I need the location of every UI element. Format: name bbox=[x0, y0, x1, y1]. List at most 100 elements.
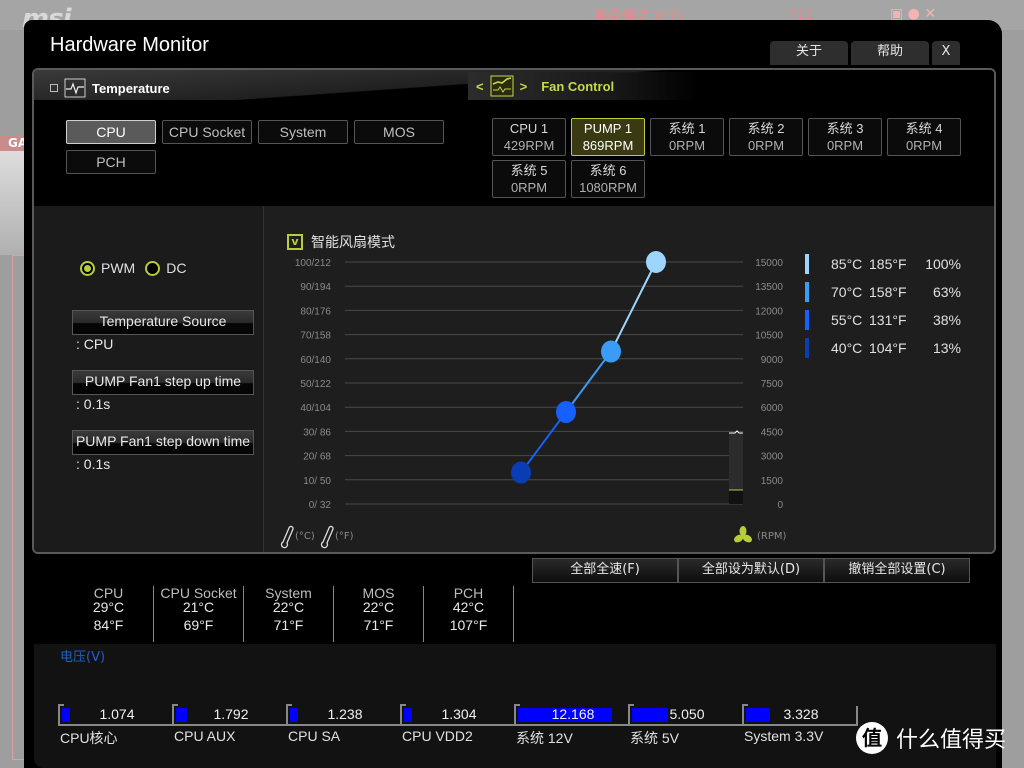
about-button[interactable]: 关于 bbox=[770, 41, 848, 65]
right-tick-label: 9000 bbox=[761, 355, 784, 366]
legend-percent: 13% bbox=[932, 340, 961, 356]
close-button[interactable]: X bbox=[932, 41, 960, 65]
fan-settings-area: PWM DC Temperature Source : CPU PUMP Fan… bbox=[34, 206, 994, 554]
legend-row: 85°C 185°F 100% bbox=[805, 254, 961, 274]
curve-point-70c[interactable] bbox=[601, 340, 621, 363]
set-default-button[interactable]: 全部设为默认(D) bbox=[678, 558, 824, 583]
fan-curve-chart[interactable]: 0/ 32 0 10/ 50 1500 20/ 68 3000 30/ 86 4500 40/1… bbox=[265, 206, 805, 554]
dc-radio[interactable] bbox=[145, 260, 161, 276]
fan-button[interactable]: 系统 1 0RPM bbox=[650, 118, 724, 156]
sensor-button-cpu[interactable]: CPU bbox=[66, 120, 156, 144]
fan-rpm: 0RPM bbox=[747, 138, 785, 153]
voltage-label: System 3.3V bbox=[744, 728, 824, 744]
fan-rpm: 0RPM bbox=[826, 138, 864, 153]
fan-rpm: 0RPM bbox=[905, 138, 943, 153]
curve-point-40c[interactable] bbox=[511, 461, 531, 484]
fan-name: CPU 1 bbox=[509, 121, 549, 136]
legend-row: 40°C 104°F 13% bbox=[805, 338, 961, 358]
sensor-button-pch[interactable]: PCH bbox=[66, 150, 156, 174]
right-tick-label: 0 bbox=[777, 500, 783, 511]
temperature-source-value: : CPU bbox=[76, 336, 114, 352]
left-tick-label: 100/212 bbox=[295, 258, 332, 269]
undo-all-button[interactable]: 撤销全部设置(C) bbox=[824, 558, 970, 583]
fan-mode-selector: PWM DC bbox=[80, 260, 186, 276]
left-tick-label: 60/140 bbox=[300, 355, 331, 366]
sensor-name: MOS bbox=[362, 585, 395, 601]
left-tick-label: 80/176 bbox=[300, 306, 331, 317]
temperature-readouts: CPU 29°C 84°F CPU Socket 21°C 69°F System 22°C 7… bbox=[64, 586, 514, 642]
watermark-logo-icon: 值 bbox=[856, 722, 888, 754]
sensor-fahrenheit: 107°F bbox=[449, 617, 488, 633]
legend-swatch bbox=[805, 254, 809, 274]
right-tick-label: 6000 bbox=[761, 403, 784, 414]
legend-fahrenheit: 131°F bbox=[869, 312, 907, 328]
legend-celsius: 40°C bbox=[831, 340, 863, 356]
fan-button[interactable]: 系统 6 1080RPM bbox=[571, 160, 645, 198]
voltage-label: 系统 5V bbox=[630, 730, 680, 746]
sensor-button-mos[interactable]: MOS bbox=[354, 120, 444, 144]
fan-button[interactable]: 系统 4 0RPM bbox=[887, 118, 961, 156]
fan-control-tab-label: Fan Control bbox=[541, 78, 615, 94]
voltage-label: CPU AUX bbox=[174, 728, 236, 744]
step-up-time-button[interactable]: PUMP Fan1 step up time bbox=[72, 370, 254, 395]
pwm-label: PWM bbox=[101, 260, 136, 276]
temperature-source-button[interactable]: Temperature Source bbox=[72, 310, 254, 335]
legend-fahrenheit: 104°F bbox=[869, 340, 907, 356]
sensor-fahrenheit: 84°F bbox=[93, 617, 124, 633]
pwm-radio[interactable] bbox=[80, 260, 95, 276]
help-button[interactable]: 帮助 bbox=[851, 41, 929, 65]
voltage-label: CPU VDD2 bbox=[402, 728, 473, 744]
celsius-unit-label: (°C) bbox=[295, 531, 315, 542]
curve-point-55c[interactable] bbox=[556, 401, 576, 424]
sensor-name: PCH bbox=[453, 585, 484, 601]
thermometer-icon bbox=[280, 525, 294, 549]
fan-next-arrow[interactable]: > bbox=[520, 79, 528, 94]
window-title: Hardware Monitor bbox=[50, 34, 209, 56]
voltage-value: 1.304 bbox=[441, 706, 477, 722]
voltage-label: CPU核心 bbox=[60, 730, 118, 746]
fan-button[interactable]: PUMP 1 869RPM bbox=[571, 118, 645, 156]
curve-point-85c[interactable] bbox=[646, 251, 666, 273]
fan-prev-arrow[interactable]: < bbox=[476, 79, 484, 94]
right-tick-label: 3000 bbox=[761, 452, 784, 463]
temperature-readout: CPU Socket 21°C 69°F bbox=[154, 586, 244, 642]
sensor-name: CPU bbox=[93, 585, 124, 601]
temperature-readout: CPU 29°C 84°F bbox=[64, 586, 154, 642]
legend-percent: 100% bbox=[925, 256, 961, 272]
curve-segment bbox=[610, 261, 657, 352]
legend-fahrenheit: 185°F bbox=[869, 256, 907, 272]
temperature-readout: System 22°C 71°F bbox=[244, 586, 334, 642]
voltage-gauge: 3.328 bbox=[742, 704, 856, 726]
fan-name: 系统 1 bbox=[668, 121, 706, 136]
curve-segment bbox=[565, 350, 612, 413]
voltage-title: 电压(V) bbox=[60, 650, 106, 665]
voltage-value: 12.168 bbox=[551, 706, 595, 722]
fan-curve-chart-area: v 智能风扇模式 0/ 32 0 10/ 50 1500 20/ 68 3000 30/ 8… bbox=[265, 206, 994, 554]
temperature-tab[interactable]: Temperature bbox=[50, 78, 170, 98]
voltage-gauge: 1.304 bbox=[400, 704, 514, 726]
fan-button[interactable]: 系统 5 0RPM bbox=[492, 160, 566, 198]
fan-name: 系统 2 bbox=[747, 121, 785, 136]
sensor-button-system[interactable]: System bbox=[258, 120, 348, 144]
sensor-button-cpu-socket[interactable]: CPU Socket bbox=[162, 120, 252, 144]
voltage-value: 1.792 bbox=[213, 706, 249, 722]
fan-button[interactable]: 系统 3 0RPM bbox=[808, 118, 882, 156]
legend-swatch bbox=[805, 310, 809, 330]
fan-button[interactable]: CPU 1 429RPM bbox=[492, 118, 566, 156]
voltage-value: 1.238 bbox=[327, 706, 363, 722]
full-speed-button[interactable]: 全部全速(F) bbox=[532, 558, 678, 583]
collapse-icon[interactable] bbox=[50, 84, 58, 92]
left-tick-label: 10/ 50 bbox=[303, 476, 331, 487]
voltage-gauge: 12.168 bbox=[514, 704, 628, 726]
fahrenheit-unit-label: (°F) bbox=[335, 531, 354, 542]
temperature-readout: MOS 22°C 71°F bbox=[334, 586, 424, 642]
fan-button[interactable]: 系统 2 0RPM bbox=[729, 118, 803, 156]
sensor-fahrenheit: 71°F bbox=[363, 617, 394, 633]
fan-name: 系统 3 bbox=[826, 121, 864, 136]
step-down-time-button[interactable]: PUMP Fan1 step down time bbox=[72, 430, 254, 455]
fan-name: PUMP 1 bbox=[583, 121, 633, 136]
fan-control-tab[interactable]: < > Fan Control bbox=[468, 72, 698, 100]
voltage-gauge: 1.792 bbox=[172, 704, 286, 726]
voltage-gauge: 1.074 bbox=[58, 704, 172, 726]
step-up-time-value: : 0.1s bbox=[76, 396, 111, 412]
